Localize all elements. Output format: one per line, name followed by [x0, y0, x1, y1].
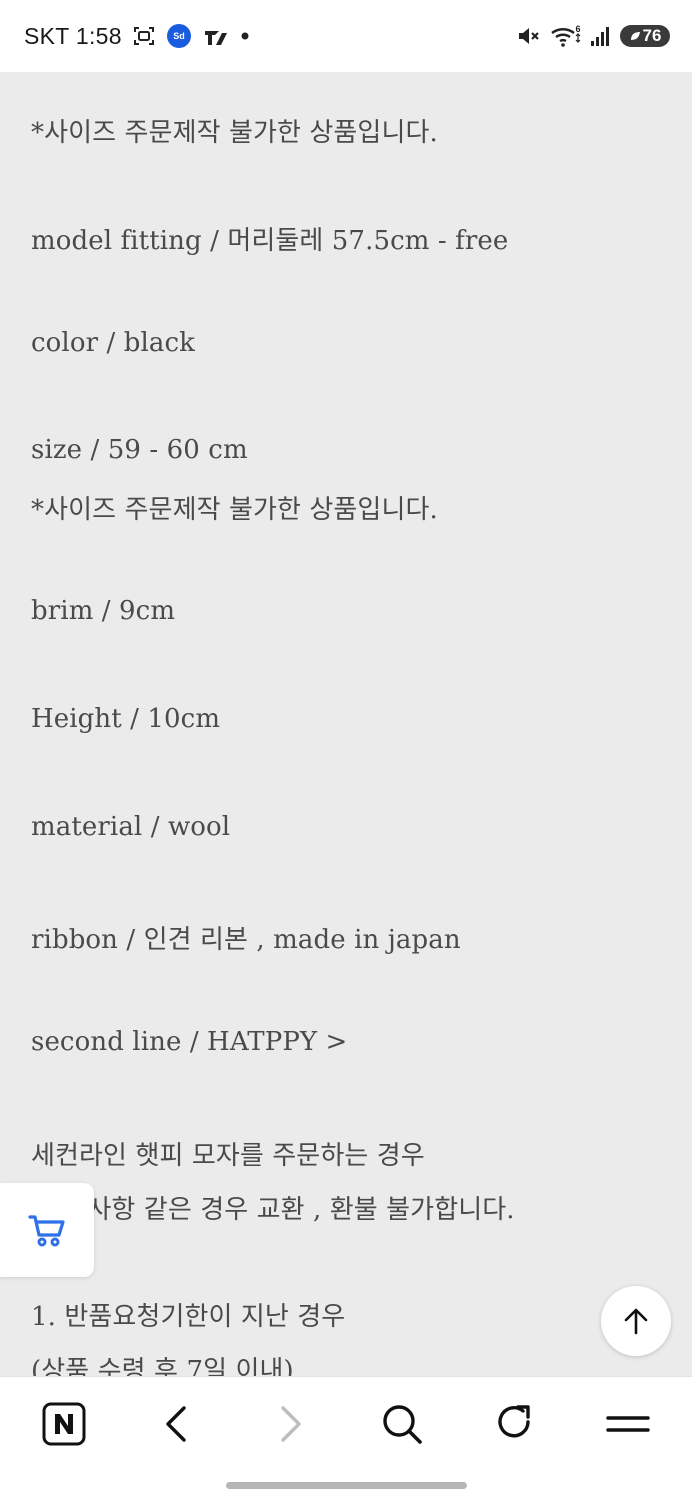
arrow-up-icon: [624, 1308, 648, 1335]
product-detail-content: *사이즈 주문제작 불가한 상품입니다. model fitting / 머리둘…: [0, 72, 692, 1376]
text-line: color / black: [31, 328, 195, 358]
dot-icon: [240, 31, 250, 41]
battery-icon: 76: [620, 25, 670, 47]
text-line[interactable]: second line / HATPPY >: [31, 1027, 347, 1057]
text-line: *사이즈 주문제작 불가한 상품입니다.: [31, 118, 438, 148]
tworld-icon: [202, 24, 230, 48]
text-line: size / 59 - 60 cm: [31, 435, 248, 465]
battery-level: 76: [642, 26, 662, 45]
naver-home-button[interactable]: [29, 1389, 99, 1459]
text-line: 세컨라인 햇피 모자를 주문하는 경우: [31, 1141, 425, 1171]
text-line: brim / 9cm: [31, 596, 176, 626]
mute-icon: [516, 24, 542, 48]
cart-icon: [28, 1215, 65, 1247]
status-right: 6 76: [516, 24, 670, 48]
text-line: (상품 수령 후 7일 이내): [31, 1356, 294, 1376]
text-line: material / wool: [31, 812, 231, 842]
browser-bottom-bar: [0, 1376, 692, 1470]
carrier-time: SKT 1:58: [24, 22, 122, 49]
status-left: SKT 1:58 Sd: [24, 23, 250, 50]
refresh-icon: [498, 1404, 530, 1437]
naver-home-icon: [42, 1402, 86, 1445]
text-line: model fitting / 머리둘레 57.5cm - free: [31, 226, 509, 256]
signal-icon: [590, 25, 612, 47]
gesture-handle[interactable]: [226, 1482, 467, 1489]
text-line: ribbon / 인견 리본 , made in japan: [31, 925, 461, 955]
menu-button[interactable]: [593, 1389, 663, 1459]
search-icon: [383, 1404, 423, 1444]
wifi-icon: 6: [550, 24, 582, 48]
refresh-button[interactable]: [480, 1389, 550, 1459]
forward-icon: [280, 1405, 301, 1442]
screenshot-icon: [132, 24, 156, 48]
text-line: *사이즈 주문제작 불가한 상품입니다.: [31, 495, 438, 525]
search-button[interactable]: [367, 1389, 437, 1459]
menu-icon: [605, 1415, 650, 1432]
back-icon: [166, 1405, 186, 1442]
svg-text:Sd: Sd: [173, 31, 185, 41]
text-line: 1. 반품요청기한이 지난 경우: [31, 1302, 346, 1332]
text-line: 아래 사항 같은 경우 교환 , 환불 불가합니다.: [31, 1195, 515, 1225]
scroll-top-button[interactable]: [601, 1286, 671, 1356]
cart-button[interactable]: [0, 1183, 94, 1277]
charging-leaf-icon: [630, 32, 640, 40]
samsung-pay-icon: Sd: [166, 23, 192, 49]
text-line: Height / 10cm: [31, 704, 221, 734]
status-bar: SKT 1:58 Sd 6 76: [0, 0, 692, 72]
back-button[interactable]: [142, 1389, 212, 1459]
forward-button[interactable]: [255, 1389, 325, 1459]
wifi-label: 6: [575, 24, 580, 34]
